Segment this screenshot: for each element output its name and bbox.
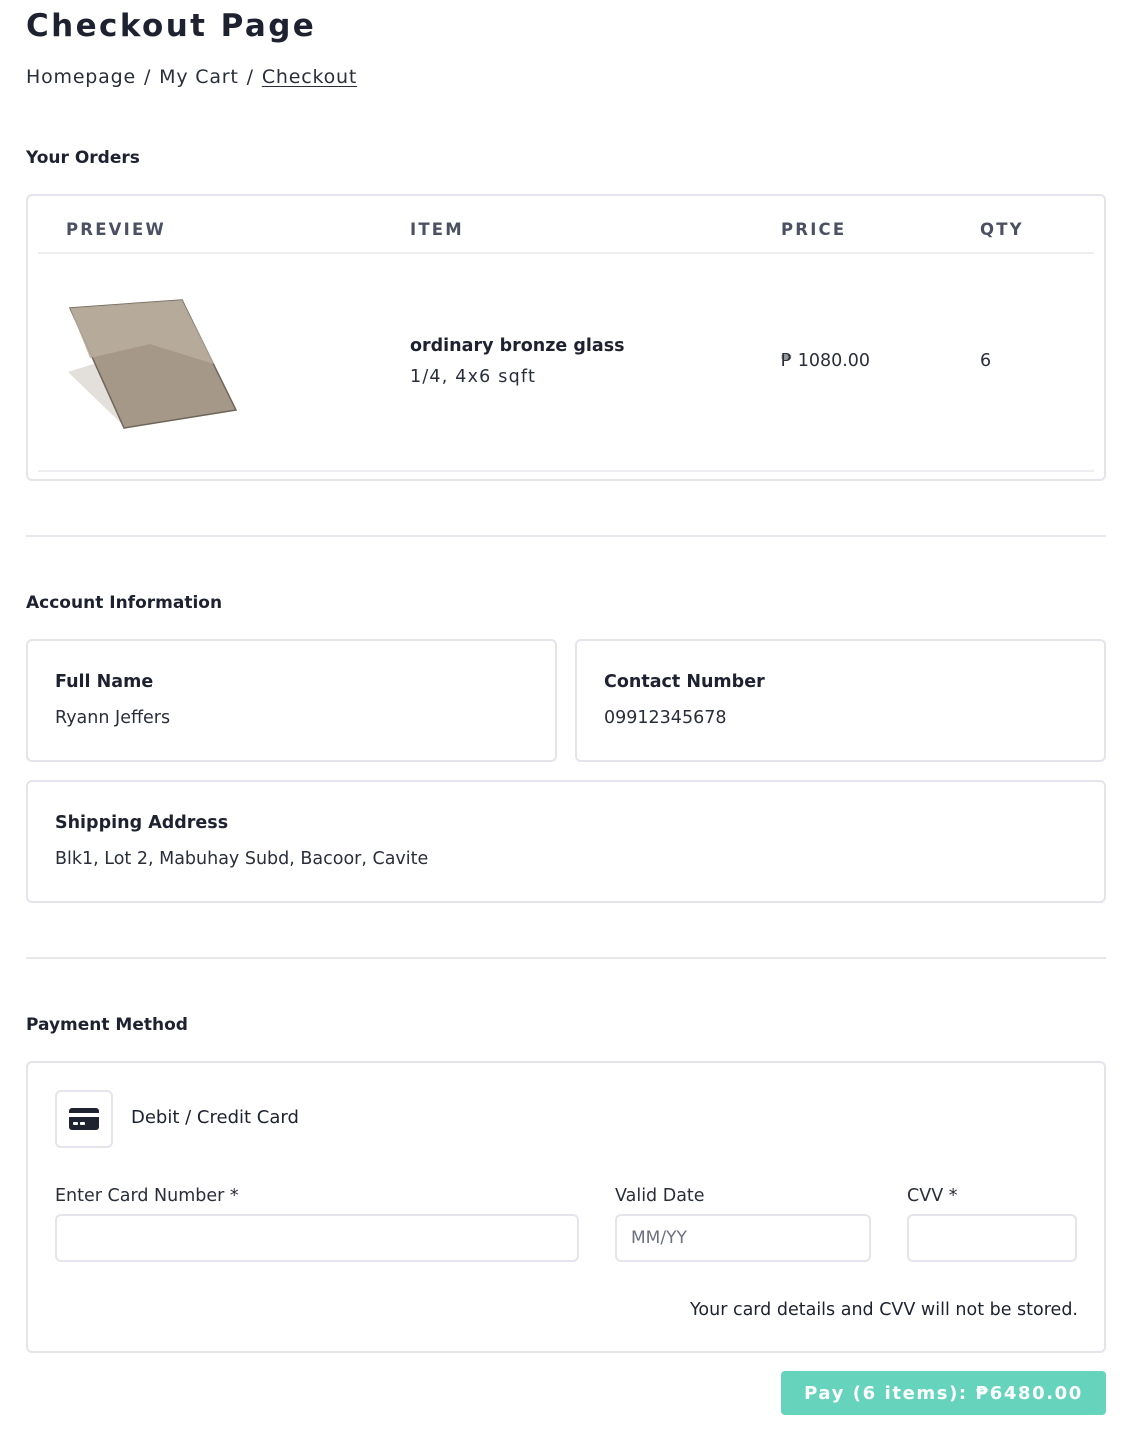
column-header-price: PRICE — [781, 220, 847, 239]
bronze-glass-preview-image — [68, 299, 238, 429]
full-name-label: Full Name — [55, 672, 154, 692]
item-price: ₱ 1080.00 — [781, 351, 871, 371]
table-row: ordinary bronze glass 1/4, 4x6 sqft ₱ 10… — [38, 254, 1094, 472]
full-name-card: Full Name Ryann Jeffers — [26, 639, 557, 762]
payment-method-card: Debit / Credit Card Enter Card Number * … — [26, 1061, 1106, 1353]
breadcrumb-separator: / — [143, 66, 152, 88]
full-name-value: Ryann Jeffers — [55, 708, 171, 728]
shipping-address-card: Shipping Address Blk1, Lot 2, Mabuhay Su… — [26, 780, 1106, 903]
orders-section-title: Your Orders — [26, 148, 140, 168]
column-header-preview: PREVIEW — [66, 220, 166, 239]
card-number-label: Enter Card Number * — [55, 1186, 239, 1206]
card-number-input[interactable] — [55, 1214, 579, 1262]
breadcrumb-separator: / — [246, 66, 254, 88]
valid-date-input[interactable] — [615, 1214, 871, 1262]
column-header-qty: QTY — [980, 220, 1024, 239]
shipping-address-label: Shipping Address — [55, 813, 229, 833]
credit-card-icon — [69, 1108, 99, 1130]
item-spec: 1/4, 4x6 sqft — [410, 367, 537, 387]
pay-button[interactable]: Pay (6 items): ₱6480.00 — [781, 1371, 1106, 1415]
orders-table-header: PREVIEW ITEM PRICE QTY — [38, 196, 1094, 254]
contact-number-value: 09912345678 — [604, 708, 727, 728]
shipping-address-value: Blk1, Lot 2, Mabuhay Subd, Bacoor, Cavit… — [55, 849, 429, 869]
contact-number-label: Contact Number — [604, 672, 765, 692]
breadcrumb-homepage-link[interactable]: Homepage — [26, 66, 136, 88]
account-section-title: Account Information — [26, 593, 223, 613]
valid-date-label: Valid Date — [615, 1186, 705, 1206]
payment-method-label: Debit / Credit Card — [131, 1107, 299, 1128]
section-divider — [26, 957, 1106, 959]
payment-section-title: Payment Method — [26, 1015, 188, 1035]
cvv-label: CVV * — [907, 1186, 958, 1206]
item-qty: 6 — [980, 351, 992, 371]
breadcrumb-my-cart-link[interactable]: My Cart — [159, 66, 238, 88]
card-storage-notice: Your card details and CVV will not be st… — [690, 1300, 1078, 1320]
page-title: Checkout Page — [26, 8, 317, 44]
breadcrumb: Homepage / My Cart / Checkout — [26, 66, 357, 88]
section-divider — [26, 535, 1106, 537]
orders-table: PREVIEW ITEM PRICE QTY ordinary bronze g… — [26, 194, 1106, 481]
payment-method-option[interactable] — [55, 1090, 113, 1148]
item-name: ordinary bronze glass — [410, 336, 625, 356]
breadcrumb-checkout-link[interactable]: Checkout — [262, 66, 357, 88]
cvv-input[interactable] — [907, 1214, 1077, 1262]
column-header-item: ITEM — [410, 220, 464, 239]
contact-number-card: Contact Number 09912345678 — [575, 639, 1106, 762]
